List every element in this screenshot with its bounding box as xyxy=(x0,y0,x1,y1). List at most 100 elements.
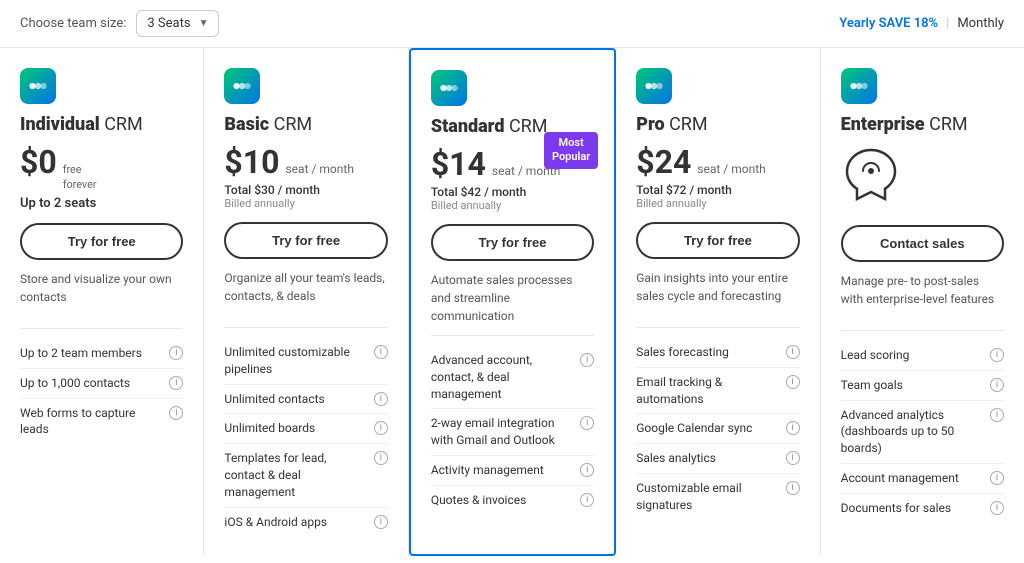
pro-feature-info-icon-3[interactable]: i xyxy=(786,451,800,465)
standard-features-divider xyxy=(431,335,594,336)
individual-feature-info-icon-1[interactable]: i xyxy=(169,376,183,390)
pro-feature-info-icon-2[interactable]: i xyxy=(786,421,800,435)
standard-feature-info-icon-2[interactable]: i xyxy=(580,463,594,477)
enterprise-feature-info-icon-4[interactable]: i xyxy=(990,501,1004,515)
chevron-down-icon: ▼ xyxy=(199,18,209,29)
basic-feature-item-4: iOS & Android appsi xyxy=(224,508,387,537)
enterprise-feature-text-4: Documents for sales xyxy=(841,500,986,517)
pro-billed-note: Billed annually xyxy=(636,197,799,210)
enterprise-features-divider xyxy=(841,330,1004,331)
individual-feature-info-icon-2[interactable]: i xyxy=(169,406,183,420)
individual-features-divider xyxy=(20,328,183,329)
pro-logo xyxy=(636,68,672,104)
basic-feature-text-2: Unlimited boards xyxy=(224,420,369,437)
plans-container: Individual CRM$0freeforeverUp to 2 seats… xyxy=(0,48,1024,556)
team-size-dropdown[interactable]: 3 Seats ▼ xyxy=(136,10,219,37)
basic-feature-item-3: Templates for lead, contact & deal manag… xyxy=(224,444,387,507)
basic-feature-info-icon-4[interactable]: i xyxy=(374,515,388,529)
standard-price-amount: $14 xyxy=(431,145,486,183)
pro-feature-info-icon-4[interactable]: i xyxy=(786,481,800,495)
basic-feature-item-2: Unlimited boards i xyxy=(224,414,387,444)
plan-card-enterprise: Enterprise CRM Contact sales Manage pre- … xyxy=(821,48,1024,556)
basic-feature-item-1: Unlimited contacts i xyxy=(224,385,387,415)
pro-price-row: $24 seat / month xyxy=(636,143,799,181)
pro-feature-item-3: Sales analyticsi xyxy=(636,444,799,474)
enterprise-logo xyxy=(841,68,877,104)
basic-price-amount: $10 xyxy=(224,143,279,181)
standard-feature-text-0: Advanced account, contact, & deal manage… xyxy=(431,352,576,402)
enterprise-feature-text-1: Team goals xyxy=(841,377,986,394)
standard-feature-info-icon-0[interactable]: i xyxy=(580,353,594,367)
enterprise-plan-name: Enterprise CRM xyxy=(841,114,1004,135)
pro-total-price: Total $72 / month xyxy=(636,183,799,197)
basic-feature-info-icon-1[interactable]: i xyxy=(374,392,388,406)
plan-card-basic: Basic CRM$10seat / monthTotal $30 / mont… xyxy=(204,48,408,556)
standard-feature-info-icon-1[interactable]: i xyxy=(580,416,594,430)
basic-feature-info-icon-2[interactable]: i xyxy=(374,421,388,435)
basic-total-price: Total $30 / month xyxy=(224,183,387,197)
standard-total-price: Total $42 / month xyxy=(431,185,594,199)
individual-logo xyxy=(20,68,56,104)
pro-feature-info-icon-0[interactable]: i xyxy=(786,345,800,359)
basic-feature-text-1: Unlimited contacts xyxy=(224,391,369,408)
individual-description: Store and visualize your own contacts xyxy=(20,270,183,318)
standard-feature-info-icon-3[interactable]: i xyxy=(580,493,594,507)
enterprise-feature-item-2: Advanced analytics (dashboards up to 50 … xyxy=(841,401,1004,464)
pro-feature-text-0: Sales forecasting xyxy=(636,344,781,361)
basic-feature-info-icon-0[interactable]: i xyxy=(374,345,388,359)
individual-feature-item-2: Web forms to capture leadsi xyxy=(20,399,183,445)
pro-description: Gain insights into your entire sales cyc… xyxy=(636,269,799,317)
enterprise-feature-info-icon-0[interactable]: i xyxy=(990,348,1004,362)
pro-price-amount: $24 xyxy=(636,143,691,181)
enterprise-feature-info-icon-3[interactable]: i xyxy=(990,471,1004,485)
individual-feature-item-0: Up to 2 team members i xyxy=(20,339,183,369)
enterprise-description: Manage pre- to post-sales with enterpris… xyxy=(841,272,1004,320)
pro-features-divider xyxy=(636,327,799,328)
standard-feature-item-1: 2-way email integration with Gmail and O… xyxy=(431,409,594,456)
pro-feature-text-1: Email tracking & automations xyxy=(636,374,781,408)
plan-card-pro: Pro CRM $24 seat / month Total $72 / monthB… xyxy=(616,48,820,556)
enterprise-icon xyxy=(841,145,901,205)
team-size-label: Choose team size: xyxy=(20,16,126,31)
enterprise-feature-text-2: Advanced analytics (dashboards up to 50 … xyxy=(841,407,986,457)
individual-cta-button[interactable]: Try for free xyxy=(20,223,183,260)
enterprise-feature-text-0: Lead scoring xyxy=(841,347,986,364)
enterprise-feature-info-icon-2[interactable]: i xyxy=(990,408,1004,422)
individual-feature-text-1: Up to 1,000 contacts xyxy=(20,375,165,392)
basic-feature-info-icon-3[interactable]: i xyxy=(374,451,388,465)
billing-toggle: Yearly SAVE 18% | Monthly xyxy=(839,16,1004,31)
basic-price-row: $10 seat / month xyxy=(224,143,387,181)
standard-logo xyxy=(431,70,467,106)
pro-plan-name: Pro CRM xyxy=(636,114,799,135)
pro-cta-button[interactable]: Try for free xyxy=(636,222,799,259)
individual-feature-text-0: Up to 2 team members xyxy=(20,345,165,362)
pro-feature-item-4: Customizable email signatures i xyxy=(636,474,799,520)
basic-billed-note: Billed annually xyxy=(224,197,387,210)
basic-price-unit: seat / month xyxy=(285,162,353,178)
individual-seats-label: Up to 2 seats xyxy=(20,196,183,211)
standard-cta-button[interactable]: Try for free xyxy=(431,224,594,261)
basic-feature-item-0: Unlimited customizable pipelinesi xyxy=(224,338,387,385)
pro-feature-text-2: Google Calendar sync xyxy=(636,420,781,437)
pro-feature-info-icon-1[interactable]: i xyxy=(786,375,800,389)
yearly-billing-option[interactable]: Yearly SAVE 18% xyxy=(839,16,938,31)
basic-logo xyxy=(224,68,260,104)
most-popular-badge: MostPopular xyxy=(544,132,598,169)
pro-feature-item-1: Email tracking & automations i xyxy=(636,368,799,415)
standard-feature-text-2: Activity management xyxy=(431,462,576,479)
monthly-billing-option[interactable]: Monthly xyxy=(957,16,1004,31)
standard-description: Automate sales processes and streamline … xyxy=(431,271,594,325)
basic-features-divider xyxy=(224,327,387,328)
enterprise-feature-info-icon-1[interactable]: i xyxy=(990,378,1004,392)
pro-feature-text-4: Customizable email signatures xyxy=(636,480,781,514)
individual-feature-item-1: Up to 1,000 contacts i xyxy=(20,369,183,399)
standard-feature-item-3: Quotes & invoicesi xyxy=(431,486,594,515)
individual-feature-info-icon-0[interactable]: i xyxy=(169,346,183,360)
enterprise-cta-button[interactable]: Contact sales xyxy=(841,225,1004,262)
enterprise-feature-item-3: Account managementi xyxy=(841,464,1004,494)
individual-plan-name: Individual CRM xyxy=(20,114,183,135)
basic-cta-button[interactable]: Try for free xyxy=(224,222,387,259)
billing-divider: | xyxy=(946,16,949,31)
pro-price-unit: seat / month xyxy=(697,162,765,178)
enterprise-feature-item-4: Documents for sales i xyxy=(841,494,1004,523)
